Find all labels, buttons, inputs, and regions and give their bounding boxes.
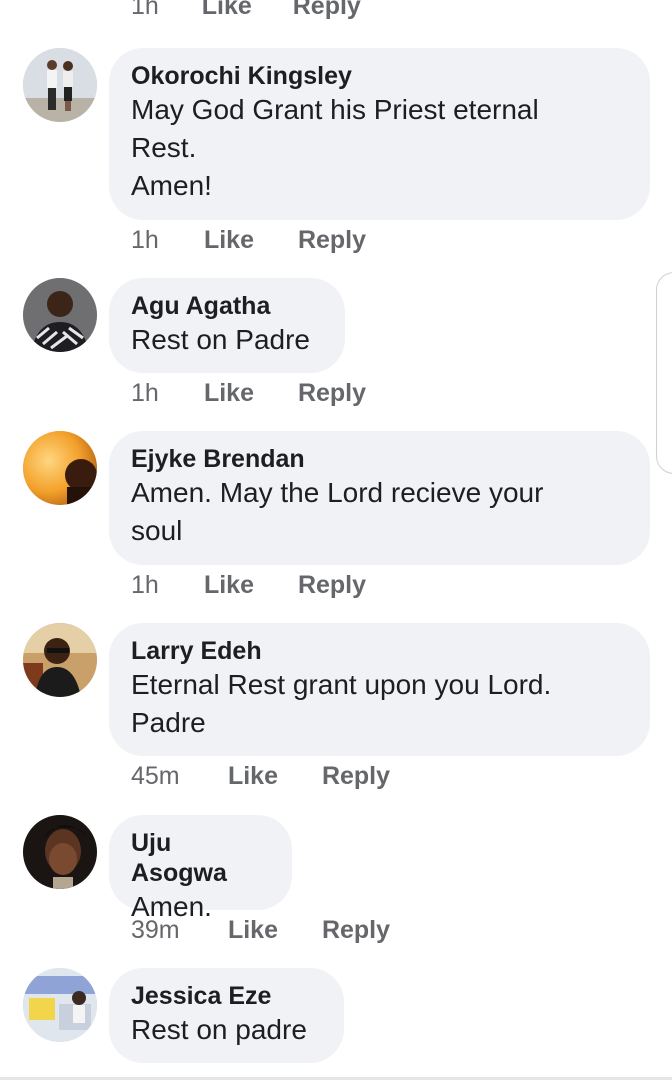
reply-link[interactable]: Reply [322, 916, 390, 945]
comment-bubble: Uju Asogwa Amen. [109, 815, 292, 922]
avatar[interactable] [23, 623, 97, 697]
comment-text: Rest on Padre [131, 324, 310, 355]
comment-actions: 45m Like Reply [131, 762, 390, 791]
reply-link[interactable]: Reply [298, 226, 366, 255]
comment-time: 1h [131, 571, 159, 599]
like-link[interactable]: Like [228, 916, 278, 945]
comment-author[interactable]: Agu Agatha [131, 291, 322, 321]
comment-text: Eternal Rest grant upon you Lord. Padre [131, 669, 552, 738]
comment-author[interactable]: Jessica Eze [131, 981, 321, 1011]
comment-time: 1h [131, 379, 159, 407]
comment-actions: 39m Like Reply [131, 916, 390, 945]
avatar[interactable] [23, 968, 97, 1042]
like-link[interactable]: Like [228, 762, 278, 791]
comment-actions: 1h Like Reply [131, 379, 366, 408]
comment-author[interactable]: Ejyke Brendan [131, 444, 627, 474]
avatar[interactable] [23, 278, 97, 352]
like-link[interactable]: Like [204, 226, 254, 255]
avatar[interactable] [23, 48, 97, 122]
avatar[interactable] [23, 431, 97, 505]
comment-bubble: Okorochi Kingsley May God Grant his Prie… [109, 48, 650, 220]
comment-actions-previous: 1h Like Reply [131, 0, 361, 21]
scroll-handle[interactable] [656, 272, 672, 474]
comment-bubble: Jessica Eze Rest on padre [109, 968, 344, 1063]
comment-bubble: Agu Agatha Rest on Padre [109, 278, 345, 373]
comment-author[interactable]: Larry Edeh [131, 636, 627, 666]
comment-text: Amen. May the Lord recieve your soul [131, 477, 544, 546]
reply-link[interactable]: Reply [293, 0, 361, 20]
comment-bubble: Ejyke Brendan Amen. May the Lord recieve… [109, 431, 650, 565]
comment-time: 39m [131, 916, 180, 944]
comment-time: 1h [131, 0, 159, 20]
comment-author[interactable]: Okorochi Kingsley [131, 61, 627, 91]
like-link[interactable]: Like [202, 0, 252, 20]
avatar[interactable] [23, 815, 97, 889]
reply-link[interactable]: Reply [322, 762, 390, 791]
comment-actions: 1h Like Reply [131, 226, 366, 255]
comment-time: 45m [131, 762, 180, 790]
like-link[interactable]: Like [204, 571, 254, 600]
comment-actions: 1h Like Reply [131, 571, 366, 600]
comment-bubble: Larry Edeh Eternal Rest grant upon you L… [109, 623, 650, 756]
comment-author[interactable]: Uju Asogwa [131, 828, 269, 888]
like-link[interactable]: Like [204, 379, 254, 408]
comment-text: Rest on padre [131, 1014, 307, 1045]
comment-text: May God Grant his Priest eternal Rest. A… [131, 94, 539, 201]
reply-link[interactable]: Reply [298, 379, 366, 408]
comment-time: 1h [131, 226, 159, 254]
reply-link[interactable]: Reply [298, 571, 366, 600]
